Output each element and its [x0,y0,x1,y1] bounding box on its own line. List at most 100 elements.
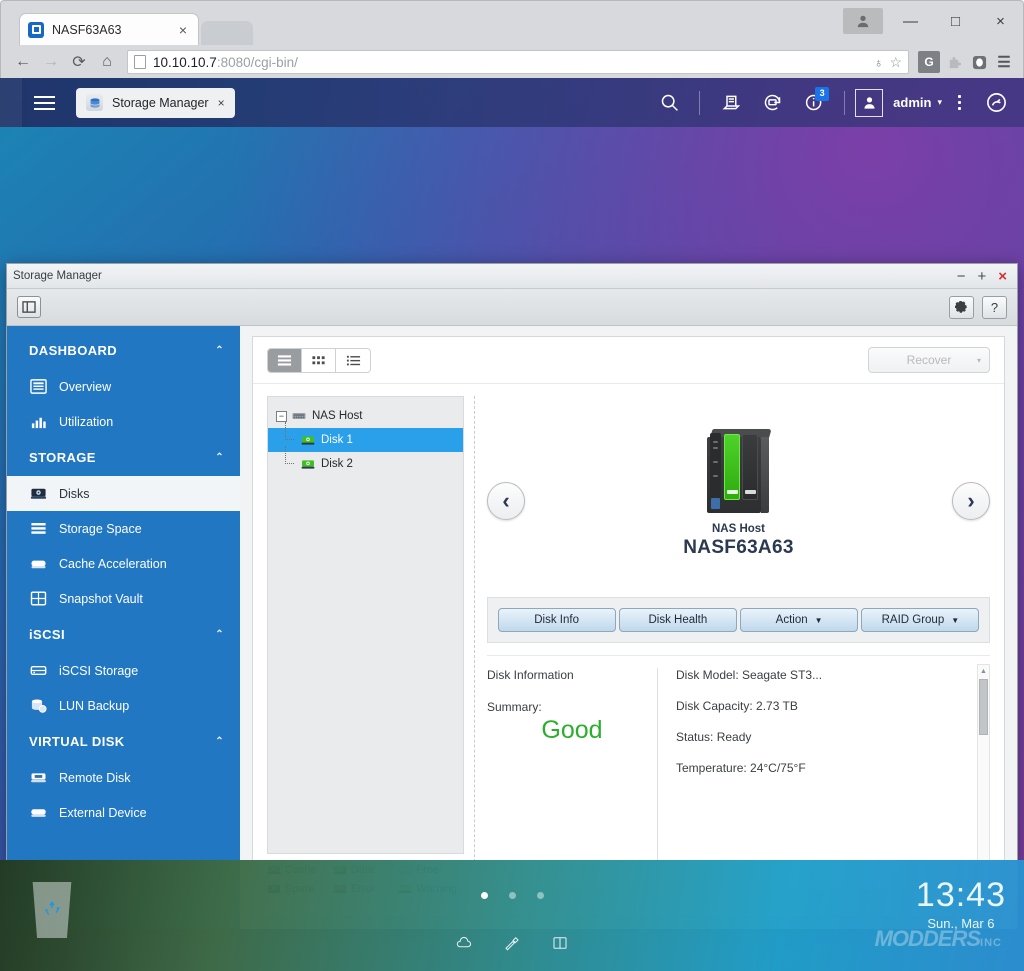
grid-view-icon[interactable] [302,349,336,372]
sidebar-group-label: STORAGE [29,450,96,465]
search-icon[interactable] [649,78,689,127]
sidebar-item-label: Overview [59,380,111,394]
browser-tab-title: NASF63A63 [52,23,176,37]
sidebar-item-remote-disk[interactable]: Remote Disk [7,760,240,795]
chevron-up-icon[interactable]: ⌃ [215,452,224,463]
tree-row-nas-host[interactable]: − NAS Host [268,404,463,428]
sidebar-group-iscsi[interactable]: iSCSI ⌃ [7,616,240,653]
back-button[interactable]: ← [9,48,37,76]
sidebar-item-storage-space[interactable]: Storage Space [7,511,240,546]
username-label[interactable]: admin [893,95,931,110]
scrollbar-thumb[interactable] [979,679,988,735]
next-device-button[interactable]: › [952,482,990,520]
nas-tower-icon [707,429,769,513]
page-info-icon[interactable] [134,55,146,69]
forward-button[interactable]: → [37,48,65,76]
help-button[interactable]: ? [982,296,1007,319]
info-icon[interactable]: 3 [794,78,834,127]
backup-icon[interactable] [710,78,750,127]
browser-profile-icon[interactable] [843,8,883,34]
reload-button[interactable]: ⟳ [65,48,93,76]
tree-row-disk-1[interactable]: Disk 1 [268,428,463,452]
gear-icon[interactable] [949,296,974,319]
sidebar-group-virtual-disk[interactable]: VIRTUAL DISK ⌃ [7,723,240,760]
sidebar-group-label: iSCSI [29,627,65,642]
chevron-down-icon: ▼ [815,616,823,625]
user-avatar-icon[interactable] [855,89,883,117]
disk-info-button[interactable]: Disk Info [498,608,616,632]
sync-icon[interactable] [752,78,792,127]
app-tab-label: Storage Manager [112,96,209,110]
browser-menu-icon[interactable]: ☰ [993,51,1015,73]
browser-maximize-button[interactable]: □ [933,6,978,36]
sidebar-item-utilization[interactable]: Utilization [7,404,240,439]
panel-toggle-icon[interactable] [17,296,41,318]
bookmark-star-icon[interactable]: ☆ [889,54,902,71]
action-dropdown-button[interactable]: Action ▼ [740,608,858,632]
view-mode-toggle [267,348,371,373]
browser-tab-close-icon[interactable]: × [176,21,190,39]
more-options-icon[interactable] [944,78,974,127]
sidebar-item-external-device[interactable]: External Device [7,795,240,830]
sidebar-item-overview[interactable]: Overview [7,369,240,404]
app-tab-close-icon[interactable]: × [218,96,225,110]
window-controls: − + × [957,269,1011,284]
cloud-icon[interactable] [455,934,473,957]
scroll-up-arrow-icon[interactable]: ▲ [978,665,989,677]
detail-view-icon[interactable] [336,349,370,372]
chevron-down-icon[interactable]: ▾ [977,356,981,365]
address-bar[interactable]: 10.10.10.7:8080/cgi-bin/ ♁ ☆ [127,50,909,74]
topbar-divider-2 [844,91,845,115]
page-dot-3[interactable] [537,892,544,899]
detail-column: ‹ › [474,396,990,902]
sidebar-item-snapshot-vault[interactable]: Snapshot Vault [7,581,240,616]
storage-manager-window: Storage Manager − + × ? [6,263,1018,928]
browser-tab[interactable]: NASF63A63 × [19,13,199,45]
app-tab-storage-manager[interactable]: Storage Manager × [76,88,235,118]
page-dot-1[interactable] [481,892,488,899]
resource-monitor-icon[interactable] [976,78,1016,127]
chevron-up-icon[interactable]: ⌃ [215,629,224,640]
recover-button[interactable]: Recover ▾ [868,347,990,373]
page-dot-2[interactable] [509,892,516,899]
watermark-sub: INC [980,937,1002,949]
book-icon[interactable] [551,934,569,957]
raid-group-dropdown-button[interactable]: RAID Group ▼ [861,608,979,632]
tools-icon[interactable] [503,934,521,957]
sidebar-item-lun-backup[interactable]: LUN Backup [7,688,240,723]
home-button[interactable]: ⌂ [93,48,121,76]
sidebar-group-storage[interactable]: STORAGE ⌃ [7,439,240,476]
chevron-up-icon[interactable]: ⌃ [215,736,224,747]
user-menu-caret-icon[interactable]: ▾ [937,97,942,108]
new-tab-button[interactable] [201,21,253,45]
window-maximize-button[interactable]: + [977,269,986,284]
hamburger-icon[interactable] [22,78,66,127]
sidebar-item-label: LUN Backup [59,699,129,713]
password-key-icon[interactable]: ♁ [874,55,884,70]
window-minimize-button[interactable]: − [957,269,966,284]
window-title-bar[interactable]: Storage Manager − + × [7,264,1017,289]
browser-close-button[interactable]: × [978,6,1023,36]
previous-device-button[interactable]: ‹ [487,482,525,520]
recycle-bin-icon[interactable] [30,882,74,938]
topbar-divider [699,91,700,115]
sidebar-item-cache-acceleration[interactable]: Cache Acceleration [7,546,240,581]
content-card: Recover ▾ − [252,336,1005,917]
sidebar-item-label: iSCSI Storage [59,664,138,678]
puzzle-extension-icon[interactable] [943,51,965,73]
shield-extension-icon[interactable] [968,51,990,73]
sidebar-item-disks[interactable]: Disks [7,476,240,511]
sidebar-group-dashboard[interactable]: DASHBOARD ⌃ [7,332,240,369]
google-extension-icon[interactable]: G [918,51,940,73]
disk-health-button[interactable]: Disk Health [619,608,737,632]
disk-icon [29,484,48,503]
sidebar-item-iscsi-storage[interactable]: iSCSI Storage [7,653,240,688]
list-view-icon[interactable] [268,349,302,372]
device-host-label: NAS Host [712,523,765,535]
tree-expander-icon[interactable]: − [276,411,287,422]
chevron-up-icon[interactable]: ⌃ [215,345,224,356]
tree-row-disk-2[interactable]: Disk 2 [268,452,463,476]
window-close-button[interactable]: × [998,269,1007,284]
sidebar-group-label: VIRTUAL DISK [29,734,125,749]
browser-minimize-button[interactable]: — [888,6,933,36]
